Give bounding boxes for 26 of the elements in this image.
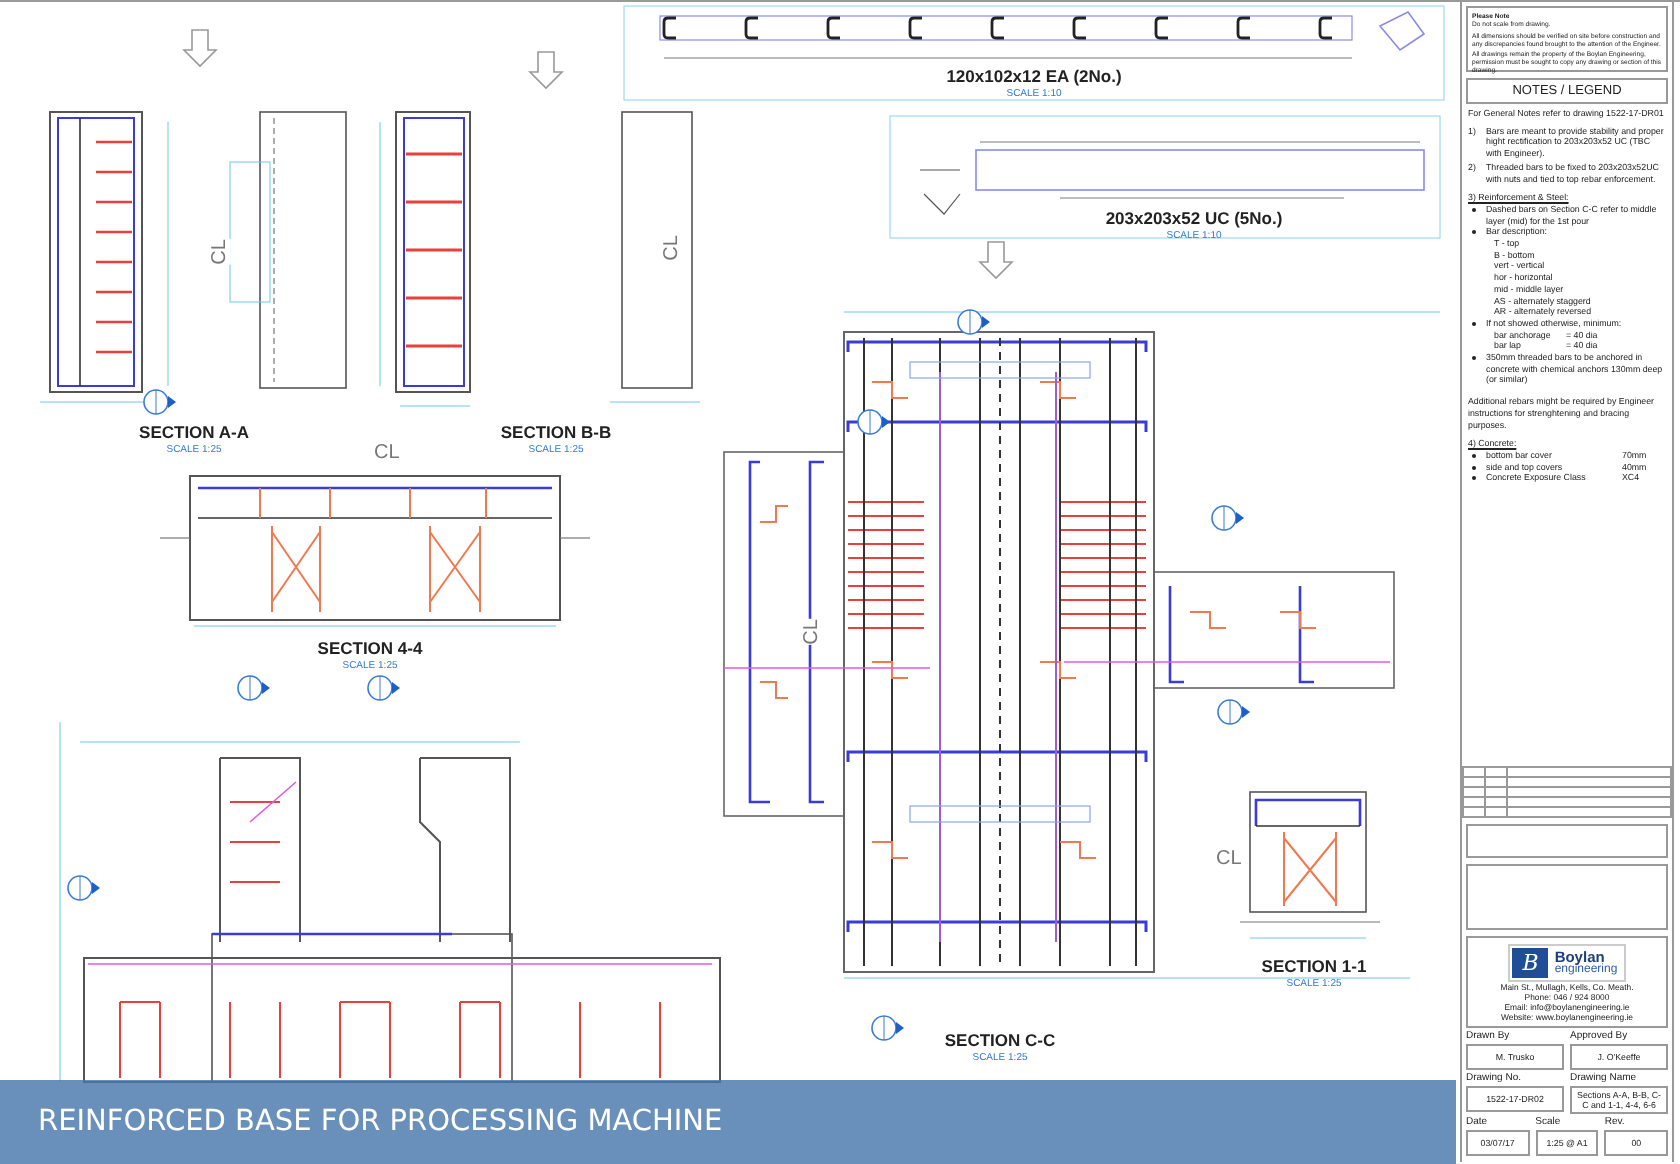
section-title: 120x102x12 EA (2No.): [946, 66, 1122, 86]
section-marker-icon: [857, 409, 890, 435]
section-title: SECTION C-C: [944, 1030, 1056, 1050]
section-title: SECTION A-A: [139, 422, 249, 442]
centre-line-label: CL: [802, 619, 823, 645]
logo-mark: B: [1512, 948, 1549, 978]
section-marker-icon: [1211, 505, 1244, 531]
centre-line-label: CL: [374, 444, 400, 464]
section-title: SECTION 4-4: [317, 638, 423, 658]
down-arrow-icon: [182, 29, 218, 68]
section-marker-icon: [871, 1015, 904, 1041]
section-marker-icon: [143, 389, 176, 415]
section-title: SECTION B-B: [500, 422, 612, 442]
section-marker-icon: [237, 675, 270, 701]
section-title: SECTION 1-1: [1261, 956, 1367, 976]
section-marker-icon: [367, 675, 400, 701]
section-marker-icon: [957, 309, 990, 335]
down-arrow-icon: [978, 241, 1014, 280]
section-marker-icon: [1217, 699, 1250, 725]
caption-title: REINFORCED BASE FOR PROCESSING MACHINE: [38, 1106, 723, 1138]
section-title: 203x203x52 UC (5No.): [1105, 208, 1283, 228]
centre-line-label: CL: [662, 235, 683, 261]
centre-line-label: CL: [1216, 850, 1242, 870]
centre-line-label: CL: [210, 239, 231, 265]
section-marker-icon: [67, 875, 100, 901]
down-arrow-icon: [528, 51, 564, 90]
